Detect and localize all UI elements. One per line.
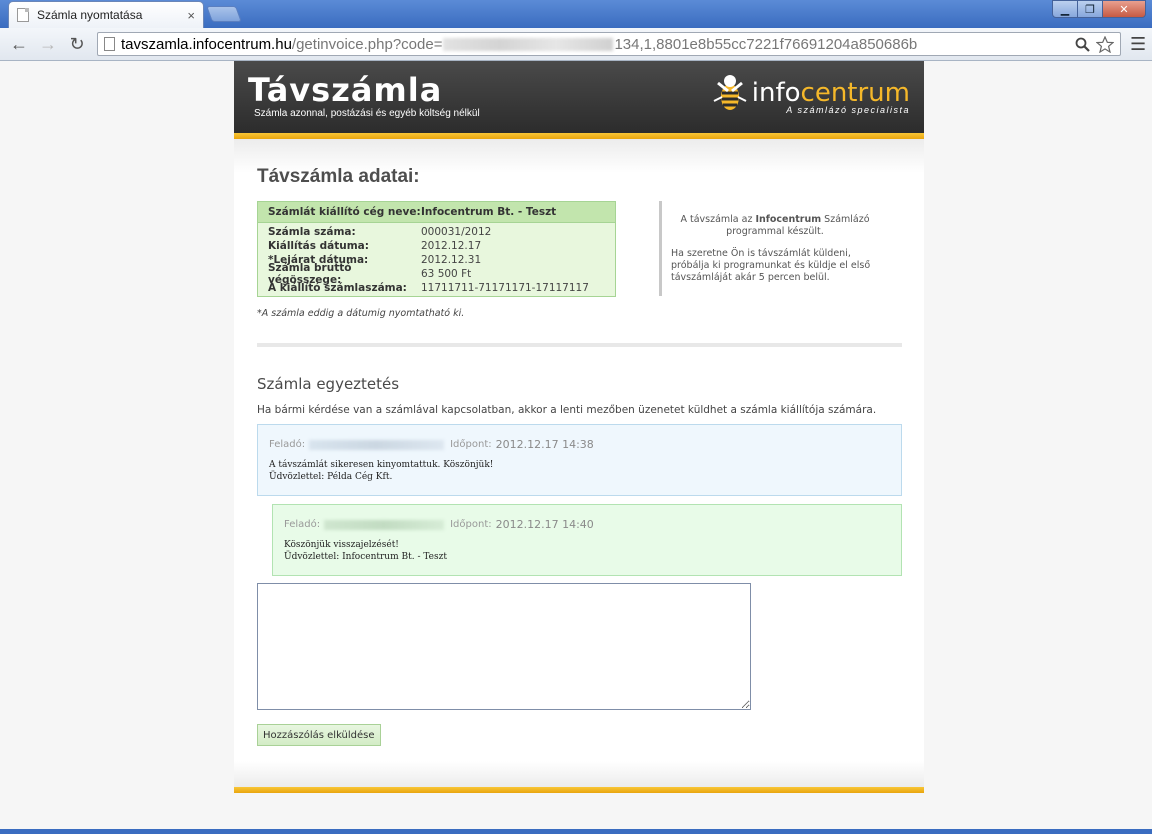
forward-arrow-icon[interactable]: → — [36, 32, 60, 56]
menu-icon[interactable]: ☰ — [1130, 34, 1146, 55]
window-bottom-border — [0, 829, 1152, 834]
message-meta: Feladó: Időpont: 2012.12.17 14:40 — [284, 518, 594, 531]
message-item: Feladó: Időpont: 2012.12.17 14:40 Köszön… — [272, 504, 902, 576]
sender-label: Feladó: — [269, 439, 306, 450]
restore-button[interactable]: ❐ — [1077, 0, 1103, 18]
sender-redacted — [309, 439, 445, 450]
bank-account-row: A kiállító számlaszáma: 11711711-7117117… — [258, 281, 615, 295]
time-label: Időpont: — [450, 519, 492, 530]
time-label: Időpont: — [450, 439, 492, 450]
message-body: Köszönjük visszajelzését! Üdvözlettel: I… — [284, 539, 447, 563]
section-divider — [257, 343, 902, 347]
invoice-details-table: Számlát kiállító cég neve: Infocentrum B… — [257, 201, 616, 297]
search-icon[interactable] — [1075, 37, 1090, 52]
site-logo: Távszámla — [248, 71, 443, 109]
brand-slogan: A számlázó specialista — [786, 105, 910, 115]
invoice-issuer-row: Számlát kiállító cég neve: Infocentrum B… — [258, 202, 615, 223]
back-arrow-icon[interactable]: ← — [7, 32, 31, 56]
browser-titlebar: Számla nyomtatása × ▁ ❐ ✕ — [0, 0, 1152, 28]
url-host: tavszamla.infocentrum.hu — [121, 35, 292, 53]
info-made-with: A távszámla az Infocentrum Számlázó prog… — [680, 214, 870, 237]
brand-name: infocentrum — [751, 78, 910, 108]
page-container: Távszámla Számla azonnal, postázási és e… — [234, 61, 924, 793]
bookmark-star-icon[interactable] — [1096, 35, 1114, 53]
message-line: Üdvözlettel: Infocentrum Bt. - Teszt — [284, 552, 447, 562]
tab-close-icon[interactable]: × — [187, 8, 195, 23]
url-path: /getinvoice.php?code= — [291, 35, 443, 53]
brand-logo: infocentrum A számlázó specialista — [712, 73, 910, 115]
issuer-label: Számlát kiállító cég neve: — [268, 206, 421, 218]
row-label: Számla száma: — [268, 226, 356, 238]
sender-label: Feladó: — [284, 519, 321, 530]
submit-comment-button[interactable]: Hozzászólás elküldése — [257, 724, 381, 746]
site-tagline: Számla azonnal, postázási és egyéb költs… — [254, 108, 480, 119]
due-date-footnote: *A számla eddig a dátumig nyomtatható ki… — [257, 308, 465, 319]
tab-title: Számla nyomtatása — [37, 8, 143, 22]
new-tab-button[interactable] — [206, 6, 242, 22]
site-header: Távszámla Számla azonnal, postázási és e… — [234, 61, 924, 133]
browser-tab-active[interactable]: Számla nyomtatása × — [8, 1, 204, 28]
url-redacted — [443, 37, 614, 51]
message-item: Feladó: Időpont: 2012.12.17 14:38 A távs… — [257, 424, 902, 496]
row-value: 11711711-71171171-17117117 — [421, 282, 589, 294]
reconcile-description: Ha bármi kérdése van a számlával kapcsol… — [257, 404, 877, 416]
issuer-value: Infocentrum Bt. - Teszt — [421, 206, 557, 218]
message-meta: Feladó: Időpont: 2012.12.17 14:38 — [269, 438, 594, 451]
info-sidebar: A távszámla az Infocentrum Számlázó prog… — [659, 201, 889, 296]
close-window-button[interactable]: ✕ — [1102, 0, 1146, 18]
message-body: A távszámlát sikeresen kinyomtattuk. Kös… — [269, 459, 493, 483]
row-value: 2012.12.17 — [421, 240, 482, 252]
message-line: Üdvözlettel: Példa Cég Kft. — [269, 472, 393, 482]
message-time: 2012.12.17 14:38 — [495, 438, 594, 451]
page-icon — [104, 37, 115, 51]
row-value: 000031/2012 — [421, 226, 492, 238]
row-value: 2012.12.31 — [421, 254, 482, 266]
footer-fade — [234, 761, 924, 787]
message-line: Köszönjük visszajelzését! — [284, 540, 399, 550]
wasp-logo-icon — [713, 75, 747, 110]
reconcile-section-title: Számla egyeztetés — [257, 375, 400, 393]
window-controls: ▁ ❐ ✕ — [1052, 0, 1146, 18]
message-line: A távszámlát sikeresen kinyomtattuk. Kös… — [269, 460, 494, 470]
address-bar[interactable]: tavszamla.infocentrum.hu /getinvoice.php… — [97, 32, 1121, 56]
url-path-end: 134,1,8801e8b55cc7221f76691204a850686b — [614, 35, 918, 53]
invoice-number-row: Számla száma: 000031/2012 — [258, 225, 615, 239]
invoice-section-title: Távszámla adatai: — [257, 166, 420, 187]
row-label: Kiállítás dátuma: — [268, 240, 369, 252]
browser-toolbar: ← → ↻ tavszamla.infocentrum.hu /getinvoi… — [0, 28, 1152, 61]
row-value: 63 500 Ft — [421, 268, 472, 280]
footer-accent-bar — [234, 787, 924, 793]
page-viewport: Távszámla Számla azonnal, postázási és e… — [0, 61, 1152, 829]
row-label: A kiállító számlaszáma: — [268, 282, 407, 294]
page-favicon-icon — [17, 8, 29, 22]
gross-total-row: Számla bruttó végösszege: 63 500 Ft — [258, 262, 615, 286]
message-time: 2012.12.17 14:40 — [495, 518, 594, 531]
minimize-button[interactable]: ▁ — [1052, 0, 1078, 18]
reply-textarea[interactable] — [257, 583, 751, 710]
reload-icon[interactable]: ↻ — [65, 32, 89, 56]
info-promo: Ha szeretne Ön is távszámlát küldeni, pr… — [671, 248, 871, 283]
sender-redacted — [324, 519, 445, 530]
issue-date-row: Kiállítás dátuma: 2012.12.17 — [258, 239, 615, 253]
